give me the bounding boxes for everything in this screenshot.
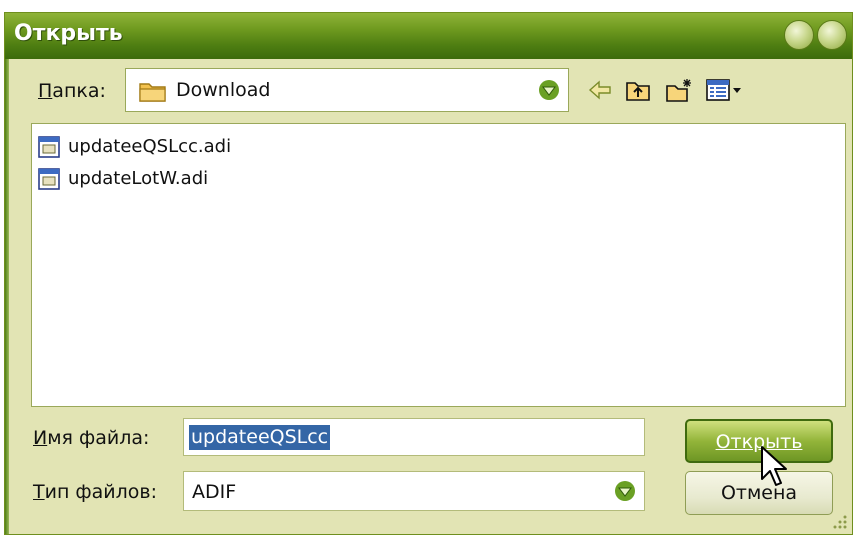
filename-value: updateeQSLcc <box>189 425 331 450</box>
file-icon <box>38 136 60 158</box>
file-name: updateLotW.adi <box>68 168 209 189</box>
help-button[interactable] <box>784 20 814 50</box>
open-file-dialog: Открыть Папка: Download updateeQSLcc.adi… <box>4 12 853 535</box>
current-folder-name: Download <box>176 79 271 101</box>
filename-input[interactable]: updateeQSLcc <box>183 418 645 456</box>
folder-combobox[interactable]: Download <box>125 68 569 112</box>
file-name: updateeQSLcc.adi <box>68 136 232 157</box>
filetype-combobox[interactable]: ADIF <box>183 471 645 511</box>
filetype-value: ADIF <box>192 481 237 503</box>
window-border <box>5 59 9 534</box>
file-icon <box>38 168 60 190</box>
filename-label: Имя файла: <box>33 427 150 449</box>
folder-label: Папка: <box>38 80 106 102</box>
folder-up-icon[interactable] <box>624 77 652 103</box>
open-button[interactable]: Открыть <box>685 419 833 463</box>
close-button[interactable] <box>817 20 847 50</box>
chevron-down-icon[interactable] <box>538 79 560 101</box>
cancel-button[interactable]: Отмена <box>685 471 833 515</box>
filetype-label: Тип файлов: <box>33 481 158 503</box>
file-list[interactable]: updateeQSLcc.adi updateLotW.adi <box>31 123 846 407</box>
dialog-title: Открыть <box>14 21 123 46</box>
resize-grip-icon[interactable] <box>830 512 848 530</box>
back-arrow-icon[interactable] <box>586 77 614 103</box>
title-bar: Открыть <box>5 13 852 59</box>
folder-icon <box>139 83 166 102</box>
new-folder-icon[interactable] <box>665 77 693 103</box>
view-menu-icon[interactable] <box>705 77 745 103</box>
chevron-down-icon[interactable] <box>614 480 636 502</box>
